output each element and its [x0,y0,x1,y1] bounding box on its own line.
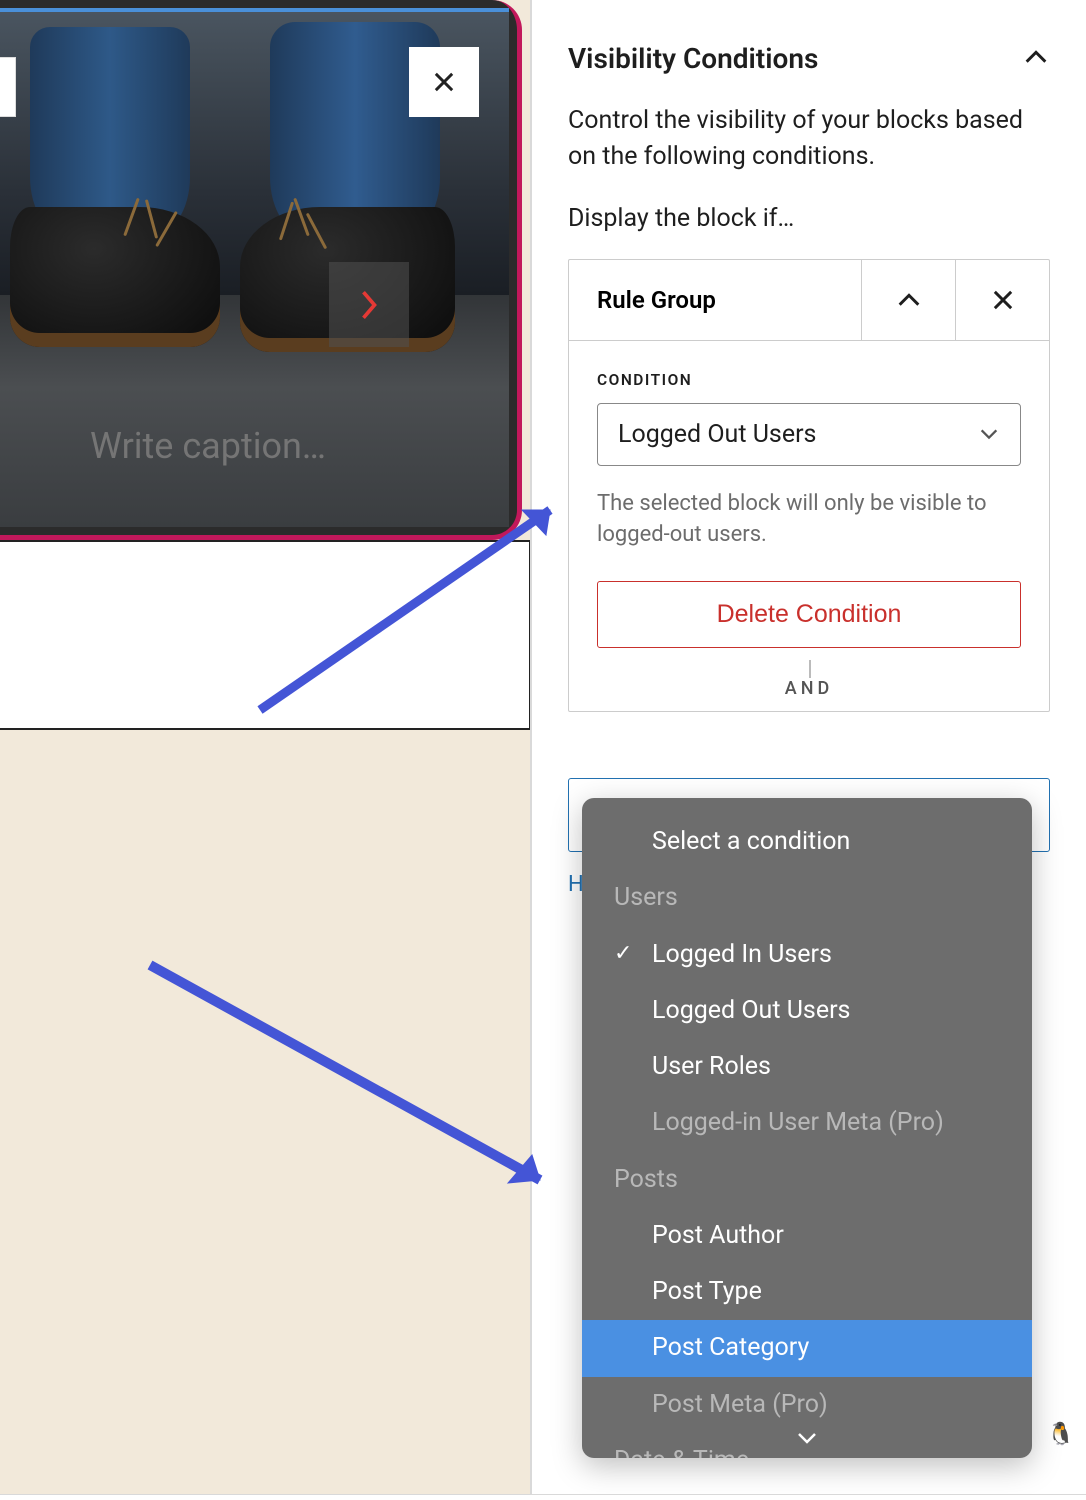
dropdown-scroll-indicator [582,1426,1032,1454]
caption-input[interactable] [90,425,509,467]
dropdown-option[interactable]: User Roles [582,1039,1032,1095]
dropdown-placeholder[interactable]: Select a condition [582,814,1032,870]
panel-title: Visibility Conditions [568,42,818,75]
dropdown-option[interactable]: Post Type [582,1264,1032,1320]
panel-prompt: Display the block if… [568,204,1050,233]
condition-select[interactable]: Logged Out Users [597,403,1021,466]
annotation-arrow [250,490,580,720]
condition-hint: The selected block will only be visible … [597,488,1021,552]
close-icon [430,68,458,96]
dropdown-option[interactable]: Post Author [582,1208,1032,1264]
chevron-up-icon [1022,43,1050,71]
chevron-down-icon [978,423,1000,445]
dropdown-option: Logged-in User Meta (Pro) [582,1095,1032,1151]
dropdown-option[interactable]: Post Category [582,1320,1032,1376]
panel-header[interactable]: Visibility Conditions [532,0,1086,103]
annotation-arrow [140,955,570,1205]
and-separator: AND [597,678,1021,699]
delete-rule-group-button[interactable] [955,260,1049,340]
and-label: AND [785,678,833,699]
image-preview [0,8,509,527]
panel-description: Control the visibility of your blocks ba… [568,103,1050,176]
bottom-border [0,1494,1086,1500]
remove-image-button[interactable] [409,47,479,117]
chevron-up-icon [895,286,923,314]
editor-canvas [0,0,530,1500]
condition-dropdown[interactable]: Select a conditionUsersLogged In UsersLo… [582,798,1032,1458]
collapse-rule-group-button[interactable] [861,260,955,340]
chevron-right-icon [358,287,380,323]
delete-condition-button[interactable]: Delete Condition [597,581,1021,648]
mascot-icon: 🐧 [1044,1418,1078,1452]
rule-group-title: Rule Group [569,260,861,340]
condition-label: CONDITION [597,371,1021,389]
block-handle[interactable] [0,57,16,117]
collapse-panel-button[interactable] [1022,43,1050,74]
dropdown-group-label: Users [582,870,1032,926]
dropdown-group-label: Posts [582,1152,1032,1208]
slider-next-button[interactable] [329,262,409,347]
selected-image-block[interactable] [0,0,522,540]
dropdown-option[interactable]: Logged Out Users [582,983,1032,1039]
close-icon [989,286,1017,314]
rule-group: Rule Group CONDITION Logged Out Users Th… [568,259,1050,713]
condition-select-value: Logged Out Users [618,420,816,449]
dropdown-option: Post Meta (Pro) [582,1377,1032,1433]
dropdown-option[interactable]: Logged In Users [582,927,1032,983]
